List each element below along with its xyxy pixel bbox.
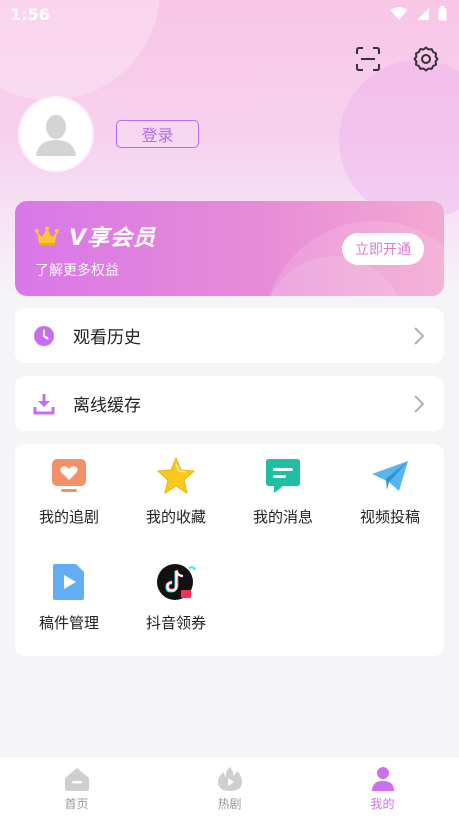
- video-submit-item[interactable]: 视频投稿: [340, 456, 440, 527]
- vip-title: V享会员: [35, 220, 156, 252]
- signal-icon: [417, 7, 429, 20]
- tab-hot-series-label: 热剧: [217, 797, 242, 811]
- vip-membership-card[interactable]: V享会员 了解更多权益 立即开通: [15, 201, 444, 296]
- home-icon: [64, 768, 89, 791]
- gear-icon: [413, 46, 439, 72]
- my-favorites-label: 我的收藏: [145, 508, 206, 526]
- watch-history-row[interactable]: 观看历史: [15, 308, 444, 363]
- my-messages-item[interactable]: 我的消息: [233, 456, 333, 527]
- douyin-coupon-item[interactable]: 抖音领券: [126, 562, 226, 633]
- message-icon: [266, 459, 300, 493]
- my-messages-label: 我的消息: [252, 508, 313, 526]
- chevron-right-icon: [414, 326, 425, 345]
- submission-manage-label: 稿件管理: [38, 614, 99, 632]
- paper-plane-icon: [372, 461, 408, 491]
- my-favorites-item[interactable]: 我的收藏: [126, 456, 226, 527]
- fire-icon: [217, 767, 242, 791]
- scan-icon: [356, 47, 380, 71]
- feature-grid: 我的追剧 我的收藏 我的消息 视频投稿 稿件管理 抖音领券: [15, 444, 444, 656]
- decor-circle: [339, 60, 459, 220]
- submission-manage-item[interactable]: 稿件管理: [19, 562, 119, 633]
- bottom-tab-bar: 首页 热剧 我的: [0, 756, 459, 817]
- status-icons: [390, 6, 447, 21]
- douyin-coupon-label: 抖音领券: [145, 614, 206, 632]
- wifi-icon: [390, 6, 408, 20]
- vip-open-button[interactable]: 立即开通: [342, 233, 424, 265]
- user-icon: [371, 767, 394, 791]
- my-series-label: 我的追剧: [38, 508, 99, 526]
- watch-history-label: 观看历史: [73, 328, 141, 348]
- status-bar: 1:56: [0, 0, 459, 30]
- battery-icon: [438, 6, 447, 21]
- offline-cache-label: 离线缓存: [73, 396, 141, 416]
- tab-mine[interactable]: 我的: [306, 757, 459, 817]
- my-series-item[interactable]: 我的追剧: [19, 456, 119, 527]
- tab-home-label: 首页: [64, 797, 89, 811]
- scan-button[interactable]: [353, 44, 383, 74]
- vip-title-text: V享会员: [69, 226, 157, 251]
- default-avatar-icon: [36, 115, 76, 156]
- chevron-right-icon: [414, 394, 425, 413]
- video-submit-label: 视频投稿: [359, 508, 420, 526]
- login-button[interactable]: 登录: [116, 120, 199, 148]
- clock-icon: [34, 325, 54, 346]
- star-icon: [156, 456, 196, 495]
- tab-home[interactable]: 首页: [0, 757, 153, 817]
- avatar[interactable]: [20, 98, 92, 170]
- header-actions: [353, 44, 441, 74]
- offline-cache-row[interactable]: 离线缓存: [15, 376, 444, 431]
- tab-hot-series[interactable]: 热剧: [153, 757, 306, 817]
- vip-subtitle[interactable]: 了解更多权益: [35, 260, 119, 280]
- video-file-icon: [53, 564, 84, 600]
- download-icon: [33, 393, 55, 414]
- status-time: 1:56: [10, 5, 50, 24]
- settings-button[interactable]: [411, 44, 441, 74]
- crown-icon: [35, 226, 59, 246]
- tab-mine-label: 我的: [370, 797, 395, 811]
- tiktok-icon: [157, 564, 196, 600]
- heart-tv-icon: [52, 459, 86, 492]
